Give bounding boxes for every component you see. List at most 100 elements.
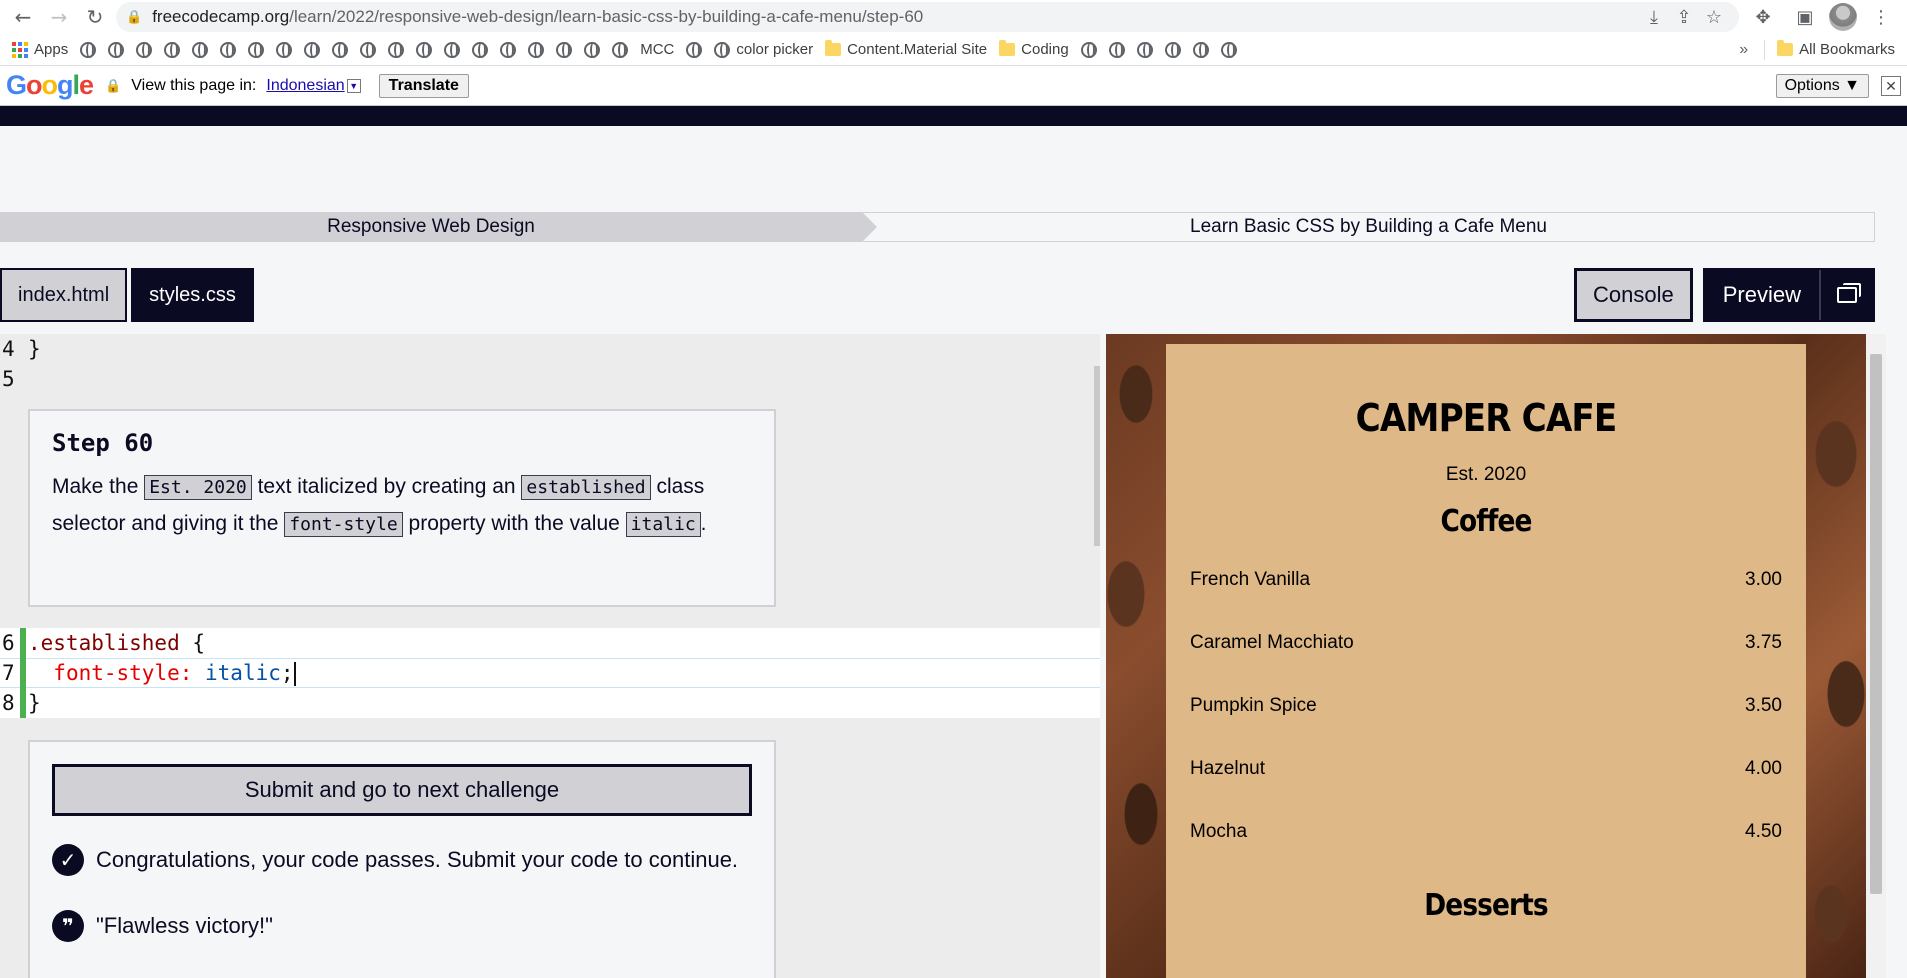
translate-button[interactable]: Translate bbox=[378, 73, 469, 98]
menu-title: CAMPER CAFE bbox=[1355, 396, 1618, 440]
back-arrow-icon[interactable]: ← bbox=[8, 2, 38, 32]
reload-icon[interactable]: ↻ bbox=[80, 2, 110, 32]
folder-icon bbox=[999, 40, 1016, 56]
bookmark-globe[interactable] bbox=[130, 36, 158, 64]
code-line[interactable]: 6 .established { bbox=[0, 628, 1100, 658]
editable-region[interactable]: 6 .established { 7 font-style: italic; 8… bbox=[0, 628, 1100, 718]
preview-label: Preview bbox=[1722, 282, 1801, 307]
bookmark-color-picker[interactable]: color picker bbox=[708, 36, 819, 64]
share-icon[interactable]: ⇪ bbox=[1669, 7, 1699, 28]
bookmark-globe[interactable] bbox=[550, 36, 578, 64]
bookmark-label: Apps bbox=[34, 41, 69, 58]
bookmark-globe[interactable] bbox=[186, 36, 214, 64]
bookmark-mcc[interactable]: MCC bbox=[634, 36, 680, 64]
code-punctuation: { bbox=[179, 631, 206, 655]
text-cursor bbox=[293, 661, 296, 686]
options-button[interactable]: Options ▼ bbox=[1775, 73, 1869, 98]
globe-icon bbox=[416, 41, 433, 58]
menu-item: Hazelnut 4.00 bbox=[1190, 758, 1782, 821]
bookmark-globe[interactable] bbox=[1159, 36, 1187, 64]
profile-avatar[interactable] bbox=[1829, 3, 1857, 31]
bookmark-globe[interactable] bbox=[606, 36, 634, 64]
item-price: 3.50 bbox=[1745, 695, 1782, 716]
language-select[interactable]: Indonesian bbox=[266, 77, 344, 95]
editor-tabs: index.html styles.css Console Preview bbox=[0, 268, 1875, 322]
bookmark-coding[interactable]: Coding bbox=[993, 36, 1075, 64]
bookmark-content-material[interactable]: Content.Material Site bbox=[819, 36, 993, 64]
desc-text: . bbox=[700, 512, 707, 535]
desc-text: Make the bbox=[52, 475, 145, 498]
close-icon[interactable]: ✕ bbox=[1881, 75, 1901, 96]
bookmark-globe[interactable] bbox=[410, 36, 438, 64]
inline-code: established bbox=[521, 475, 651, 500]
bookmark-globe[interactable] bbox=[1075, 36, 1103, 64]
bookmark-globe[interactable] bbox=[494, 36, 522, 64]
address-bar[interactable]: 🔒 freecodecamp.org /learn/2022/responsiv… bbox=[116, 2, 1739, 32]
bookmark-globe[interactable] bbox=[522, 36, 550, 64]
extensions-icon[interactable]: ✥ bbox=[1745, 2, 1781, 32]
globe-icon bbox=[1164, 41, 1181, 58]
code-line: 5 bbox=[0, 364, 1100, 394]
star-icon[interactable]: ☆ bbox=[1699, 7, 1729, 28]
preview-scrollbar[interactable] bbox=[1866, 334, 1886, 978]
bookmark-globe[interactable] bbox=[1187, 36, 1215, 64]
bookmark-apps[interactable]: Apps bbox=[6, 36, 74, 64]
bookmark-globe[interactable] bbox=[578, 36, 606, 64]
breadcrumb: Responsive Web Design Learn Basic CSS by… bbox=[0, 212, 1875, 242]
bookmark-globe[interactable] bbox=[466, 36, 494, 64]
code-text: } bbox=[28, 337, 41, 361]
bookmarks-overflow-button[interactable]: » bbox=[1729, 41, 1758, 59]
globe-icon bbox=[528, 41, 545, 58]
bookmark-globe[interactable] bbox=[298, 36, 326, 64]
submit-button[interactable]: Submit and go to next challenge bbox=[52, 764, 752, 816]
scrollbar-thumb[interactable] bbox=[1870, 354, 1882, 894]
bookmark-globe[interactable] bbox=[354, 36, 382, 64]
side-panel-icon[interactable]: ▣ bbox=[1787, 2, 1823, 32]
quote-text: "Flawless victory!" bbox=[96, 913, 273, 938]
install-icon[interactable]: ⤓ bbox=[1639, 7, 1669, 28]
css-value: italic bbox=[192, 660, 281, 685]
menu-item: Caramel Macchiato 3.75 bbox=[1190, 632, 1782, 695]
editor-scrollbar[interactable] bbox=[1094, 366, 1100, 546]
menu-item: French Vanilla 3.00 bbox=[1190, 569, 1782, 632]
kebab-menu-icon[interactable]: ⋮ bbox=[1863, 2, 1899, 32]
bookmark-globe[interactable] bbox=[1131, 36, 1159, 64]
bookmark-globe[interactable] bbox=[680, 36, 708, 64]
checkmark-icon: ✓ bbox=[52, 844, 84, 876]
bookmark-globe[interactable] bbox=[214, 36, 242, 64]
bookmark-globe[interactable] bbox=[102, 36, 130, 64]
bookmark-globe[interactable] bbox=[1215, 36, 1243, 64]
tab-styles-css[interactable]: styles.css bbox=[131, 268, 254, 322]
bookmark-globe[interactable] bbox=[382, 36, 410, 64]
bookmark-globe[interactable] bbox=[158, 36, 186, 64]
code-line[interactable]: 7 font-style: italic; bbox=[0, 658, 1100, 688]
preview-button[interactable]: Preview bbox=[1702, 268, 1875, 322]
bookmark-label: color picker bbox=[736, 41, 814, 58]
breadcrumb-course[interactable]: Responsive Web Design bbox=[0, 212, 877, 242]
dropdown-arrow-icon[interactable]: ▼ bbox=[346, 78, 361, 93]
bookmark-globe[interactable] bbox=[1103, 36, 1131, 64]
globe-icon bbox=[220, 41, 237, 58]
step-title: Step 60 bbox=[52, 429, 154, 457]
popout-window-icon[interactable] bbox=[1819, 270, 1873, 320]
line-number: 4 bbox=[2, 337, 15, 361]
menu-item: Pumpkin Spice 3.50 bbox=[1190, 695, 1782, 758]
tab-index-html[interactable]: index.html bbox=[0, 268, 128, 322]
bookmark-globe[interactable] bbox=[438, 36, 466, 64]
all-bookmarks[interactable]: All Bookmarks bbox=[1771, 36, 1901, 64]
code-punctuation: ; bbox=[280, 660, 294, 685]
forward-arrow-icon[interactable]: → bbox=[44, 2, 74, 32]
code-line[interactable]: 8 } bbox=[0, 688, 1100, 718]
bookmark-globe[interactable] bbox=[74, 36, 102, 64]
breadcrumb-project[interactable]: Learn Basic CSS by Building a Cafe Menu bbox=[862, 212, 1875, 242]
bookmark-globe[interactable] bbox=[326, 36, 354, 64]
folder-icon bbox=[1777, 40, 1794, 56]
url-path: /learn/2022/responsive-web-design/learn-… bbox=[289, 7, 924, 26]
folder-icon bbox=[825, 40, 842, 56]
console-button[interactable]: Console bbox=[1574, 268, 1693, 322]
bookmark-globe[interactable] bbox=[270, 36, 298, 64]
site-info-icon[interactable]: 🔒 bbox=[126, 9, 142, 25]
globe-icon bbox=[1220, 41, 1237, 58]
code-editor[interactable]: 4 } 5 Step 60 Make the Est. 2020 text it… bbox=[0, 334, 1100, 978]
bookmark-globe[interactable] bbox=[242, 36, 270, 64]
